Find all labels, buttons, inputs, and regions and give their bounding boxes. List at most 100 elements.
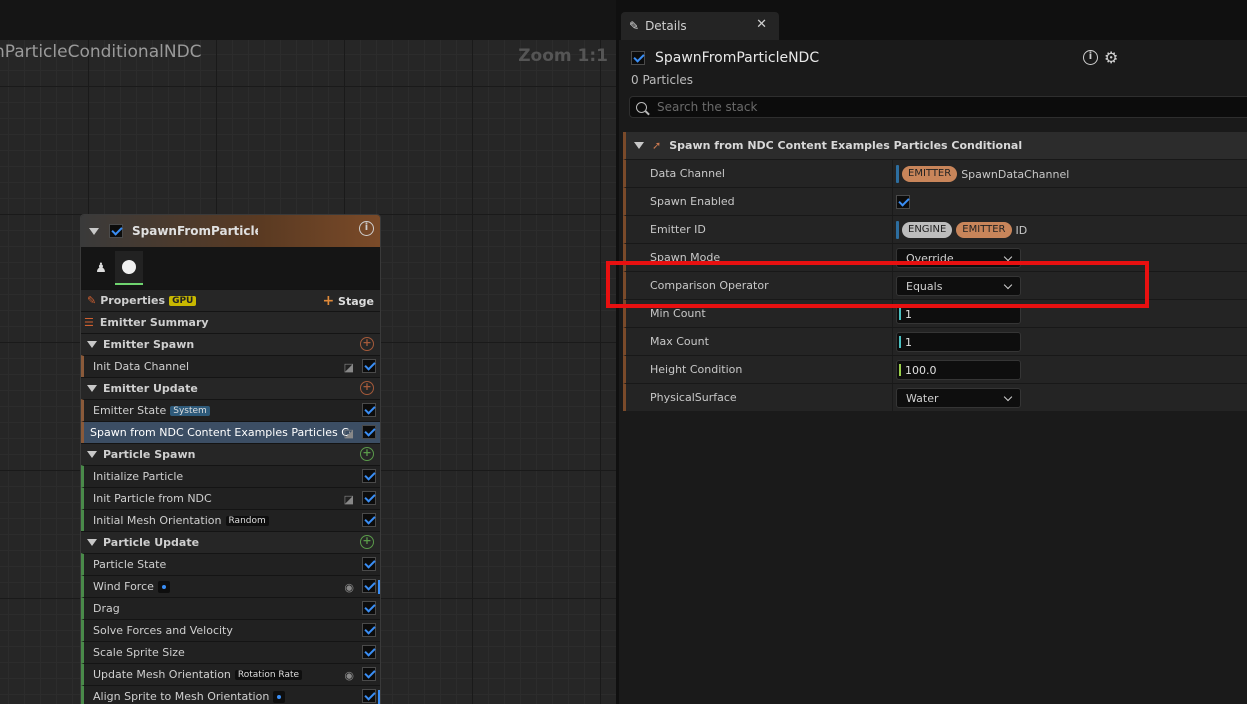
add-module-icon[interactable]: + (360, 381, 374, 395)
data-channel-icon: ◪ (343, 493, 354, 506)
sprite-thumbnail[interactable] (115, 251, 143, 285)
linked-dot-icon (273, 690, 286, 703)
search-input[interactable]: Search the stack (629, 96, 1247, 118)
module-row-initialize-particle[interactable]: Initialize Particle (81, 465, 380, 487)
property-row-emitter-id: Emitter ID ENGINE EMITTER ID (623, 215, 1247, 244)
graph-toolbar-strip (0, 0, 616, 40)
module-row-drag[interactable]: Drag (81, 597, 380, 619)
search-icon (636, 101, 647, 113)
collapse-triangle-icon[interactable] (87, 341, 97, 348)
parameter-name[interactable]: SpawnDataChannel (961, 168, 1069, 181)
tab-details[interactable]: ✎ Details ✕ (621, 12, 779, 40)
property-value: Water (896, 384, 1021, 412)
collapse-triangle-icon[interactable] (87, 385, 97, 392)
info-icon[interactable]: i (1083, 50, 1098, 65)
edge-marker (378, 580, 380, 594)
module-row-align-sprite-to-mesh-orientation[interactable]: Align Sprite to Mesh Orientation (81, 685, 380, 704)
add-module-icon[interactable]: + (360, 337, 374, 351)
module-enabled-checkbox[interactable] (362, 359, 376, 373)
highlight-box (606, 261, 1149, 308)
collapse-triangle-icon[interactable] (87, 539, 97, 546)
module-label: Align Sprite to Mesh Orientation (93, 690, 270, 703)
emitter-enabled-checkbox[interactable] (631, 51, 645, 65)
module-group-header[interactable]: ➚ Spawn from NDC Content Examples Partic… (623, 132, 1247, 159)
add-module-icon[interactable]: + (360, 535, 374, 549)
section-label: Particle Spawn (103, 448, 196, 461)
graph-canvas[interactable]: nParticleConditionalNDC Zoom 1:1 SpawnFr… (0, 0, 616, 704)
eye-icon[interactable]: ◉ (344, 581, 354, 594)
section-particle-update[interactable]: Particle Update + (81, 531, 380, 553)
add-module-icon[interactable]: + (360, 447, 374, 461)
data-channel-icon: ◪ (343, 427, 354, 440)
module-row-init-data-channel[interactable]: Init Data Channel ◪ (81, 355, 380, 377)
property-value: ENGINE EMITTER ID (896, 216, 1027, 244)
module-label: Update Mesh Orientation (93, 668, 231, 681)
emitter-summary-label: Emitter Summary (99, 316, 209, 329)
gpu-badge: GPU (169, 295, 197, 306)
emitter-summary-row[interactable]: ☰ Emitter Summary (81, 311, 380, 333)
module-row-particle-state[interactable]: Particle State (81, 553, 380, 575)
module-tag: Random (225, 515, 269, 526)
module-row-emitter-state[interactable]: Emitter State System (81, 399, 380, 421)
collapse-triangle-icon[interactable] (89, 227, 99, 235)
edge-marker (378, 690, 380, 704)
module-enabled-checkbox[interactable] (362, 491, 376, 505)
column-divider (892, 356, 893, 384)
collapse-triangle-icon[interactable] (87, 451, 97, 458)
close-icon[interactable]: ✕ (756, 17, 767, 32)
section-particle-spawn[interactable]: Particle Spawn + (81, 443, 380, 465)
module-enabled-checkbox[interactable] (362, 579, 376, 593)
module-enabled-checkbox[interactable] (362, 513, 376, 527)
module-row-update-mesh-orientation[interactable]: Update Mesh Orientation Rotation Rate ◉ (81, 663, 380, 685)
parameter-name[interactable]: ID (1016, 224, 1028, 237)
module-label: Drag (93, 602, 120, 615)
physicalsurface-dropdown[interactable]: Water (896, 388, 1021, 408)
section-emitter-update[interactable]: Emitter Update + (81, 377, 380, 399)
spawn-enabled-checkbox[interactable] (896, 195, 910, 209)
emitter-enabled-checkbox[interactable] (109, 224, 123, 238)
section-emitter-spawn[interactable]: Emitter Spawn + (81, 333, 380, 355)
module-row-wind-force[interactable]: Wind Force ◉ (81, 575, 380, 597)
emitter-node-header[interactable]: SpawnFromParticleN i (81, 215, 380, 247)
properties-row[interactable]: ✎ Properties GPU + Stage (81, 289, 380, 311)
module-label: Spawn from NDC Content Examples Particle… (90, 426, 350, 439)
module-row-solve-forces-and-velocity[interactable]: Solve Forces and Velocity (81, 619, 380, 641)
namespace-pill-emitter[interactable]: EMITTER (956, 222, 1012, 238)
info-icon[interactable]: i (359, 221, 374, 236)
module-enabled-checkbox[interactable] (362, 623, 376, 637)
property-name: PhysicalSurface (650, 391, 737, 404)
property-name: Min Count (650, 307, 706, 320)
graph-title: nParticleConditionalNDC (0, 42, 202, 62)
module-enabled-checkbox[interactable] (362, 425, 376, 439)
emitter-node[interactable]: SpawnFromParticleN i ♟ ✎ Properties GPU … (80, 214, 381, 704)
module-enabled-checkbox[interactable] (362, 601, 376, 615)
module-row-scale-sprite-size[interactable]: Scale Sprite Size (81, 641, 380, 663)
add-stage-button[interactable]: + Stage (322, 293, 374, 309)
property-value (896, 188, 910, 216)
property-name: Emitter ID (650, 223, 706, 236)
emitter-thumbnails: ♟ (81, 247, 380, 289)
namespace-pill-engine[interactable]: ENGINE (902, 222, 953, 238)
namespace-pill-emitter[interactable]: EMITTER (902, 166, 958, 182)
height-condition-input[interactable]: 100.0 (896, 360, 1021, 380)
module-enabled-checkbox[interactable] (362, 557, 376, 571)
module-enabled-checkbox[interactable] (362, 403, 376, 417)
module-row-initial-mesh-orientation[interactable]: Initial Mesh Orientation Random (81, 509, 380, 531)
eye-icon[interactable]: ◉ (344, 669, 354, 682)
module-label: Initial Mesh Orientation (93, 514, 222, 527)
max-count-input[interactable]: 1 (896, 332, 1021, 352)
module-enabled-checkbox[interactable] (362, 469, 376, 483)
module-row-spawn-from-ndc-content-examples-particles-conditional[interactable]: Spawn from NDC Content Examples Particle… (81, 421, 380, 443)
property-name: Height Condition (650, 363, 743, 376)
module-enabled-checkbox[interactable] (362, 689, 376, 703)
gear-icon[interactable]: ⚙ (1104, 50, 1118, 66)
module-label: Particle State (93, 558, 167, 571)
module-row-init-particle-from-ndc[interactable]: Init Particle from NDC ◪ (81, 487, 380, 509)
stage-label: Stage (338, 295, 374, 308)
property-row-height-condition: Height Condition 100.0 (623, 355, 1247, 384)
module-enabled-checkbox[interactable] (362, 645, 376, 659)
collapse-triangle-icon[interactable] (634, 142, 644, 149)
module-enabled-checkbox[interactable] (362, 667, 376, 681)
tab-bar: ✎ Details ✕ (619, 0, 1247, 40)
person-icon[interactable]: ♟ (87, 251, 115, 285)
